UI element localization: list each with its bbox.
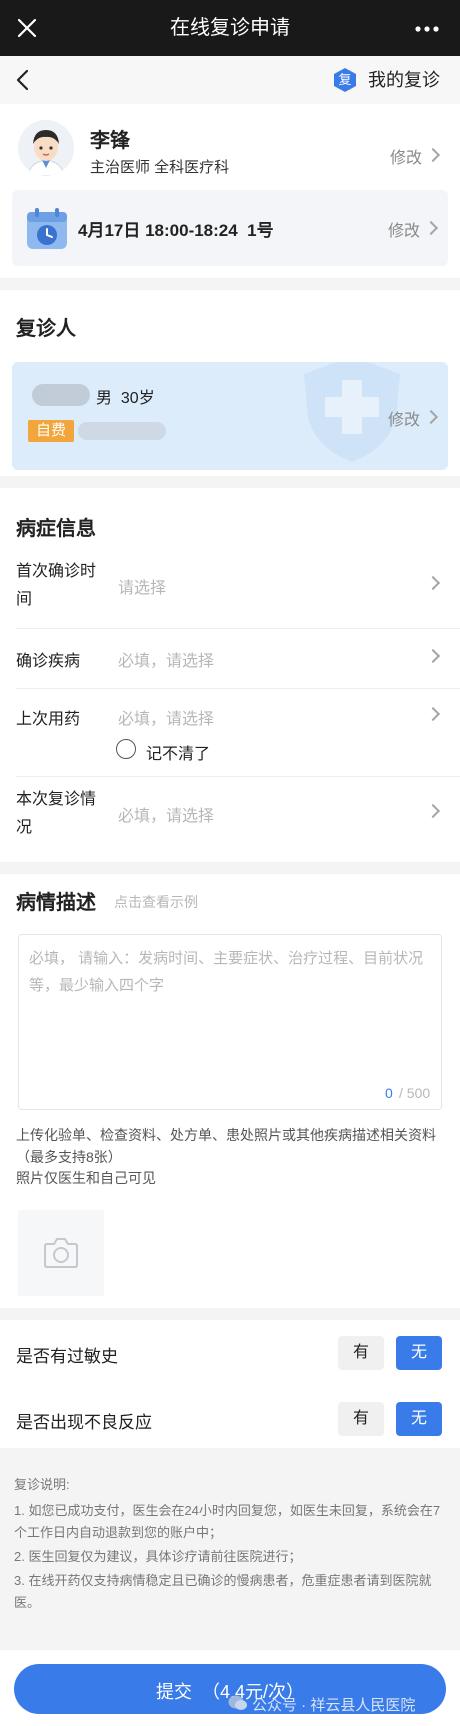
submit-label: 提交 xyxy=(156,1682,192,1702)
chevron-right-icon xyxy=(425,648,441,664)
doctor-avatar xyxy=(18,120,74,176)
window-title: 在线复诊申请 xyxy=(170,17,290,39)
note-item: 1. 如您已成功支付，医生会在24小时内回复您，如医生未回复，系统会在7个工作日… xyxy=(14,1503,441,1540)
patient-id-redacted xyxy=(78,422,166,440)
adverse-label: 是否出现不良反应 xyxy=(16,1413,152,1432)
calendar-clock-icon xyxy=(24,206,70,252)
row-placeholder: 请选择 xyxy=(118,580,167,597)
allergy-yes-button[interactable]: 有 xyxy=(338,1336,384,1370)
row-label: 本次复诊情况 xyxy=(16,791,97,836)
schedule-edit-label[interactable]: 修改 xyxy=(388,217,420,241)
symptom-row-diagnosed-disease[interactable]: 确诊疾病 必填，请选择 xyxy=(0,629,460,685)
row-label: 首次确诊时间 xyxy=(16,563,97,608)
patient-name-redacted xyxy=(32,384,90,406)
chevron-right-icon xyxy=(425,575,441,591)
note-item: 3. 在线开药仅支持病情稳定且已确诊的慢病患者，危重症患者请到医院就医。 xyxy=(14,1573,432,1610)
description-placeholder: 必填， 请输入：发病时间、主要症状、治疗过程、目前状况等，最少输入四个字 xyxy=(29,950,424,994)
allergy-label: 是否有过敏史 xyxy=(16,1347,118,1366)
bottom-bar: 提交 （4.4元/次） 公众号 · 祥云县人民医院 xyxy=(0,1650,460,1726)
more-icon[interactable] xyxy=(414,22,440,34)
patient-gender-age: 男 30岁 xyxy=(96,390,155,407)
adverse-no-button[interactable]: 无 xyxy=(396,1402,442,1436)
doctor-edit-label: 修改 xyxy=(390,150,423,167)
chevron-right-icon xyxy=(425,706,441,722)
description-textarea[interactable]: 必填， 请输入：发病时间、主要症状、治疗过程、目前状况等，最少输入四个字 0 /… xyxy=(18,934,442,1110)
symptom-row-current-condition[interactable]: 本次复诊情况 必填，请选择 xyxy=(0,786,460,850)
nav-bar: 复 我的复诊 xyxy=(0,56,460,104)
chevron-right-icon xyxy=(425,147,441,163)
revisit-badge-icon: 复 xyxy=(332,67,358,93)
row-placeholder: 必填，请选择 xyxy=(118,711,215,728)
row-label: 确诊疾病 xyxy=(16,653,81,670)
doctor-edit-button[interactable]: 修改 xyxy=(390,144,422,168)
symptom-row-last-medication[interactable]: 上次用药 必填，请选择 记不清了 xyxy=(0,689,460,769)
visibility-hint: 照片仅医生和自己可见 xyxy=(16,1170,156,1186)
wechat-icon xyxy=(228,1694,248,1712)
chevron-right-icon xyxy=(423,409,439,425)
title-bar: 在线复诊申请 xyxy=(0,0,460,56)
row-placeholder: 必填，请选择 xyxy=(118,808,215,825)
patient-section: 复诊人 男 30岁 自费 修改 xyxy=(0,290,460,476)
schedule-card[interactable]: 4月17日 18:00-18:24 1号 修改 xyxy=(12,190,448,266)
doctor-name: 李锋 xyxy=(90,130,130,152)
row-placeholder: 必填，请选择 xyxy=(118,653,215,670)
doctor-section: 李锋 主治医师 全科医疗科 修改 4月17日 18:00-18:24 1号 修改 xyxy=(0,104,460,278)
symptom-section-title: 病症信息 xyxy=(16,518,96,540)
notes-title: 复诊说明: xyxy=(14,1477,70,1492)
yes-no-section: 是否有过敏史 有 无 是否出现不良反应 有 无 xyxy=(0,1320,460,1448)
back-icon[interactable] xyxy=(12,68,36,92)
description-section-title: 病情描述 xyxy=(16,892,96,914)
symptom-row-first-diagnosis[interactable]: 首次确诊时间 请选择 xyxy=(0,558,460,622)
row-label: 上次用药 xyxy=(16,711,81,728)
camera-icon xyxy=(42,1236,80,1270)
my-revisit-link[interactable]: 复 我的复诊 xyxy=(332,66,452,94)
upload-hint: 上传化验单、检查资料、处方单、患处照片或其他疾病描述相关资料（最多支持8张） xyxy=(16,1127,436,1165)
note-item: 2. 医生回复仅为建议，具体诊疗请前往医院进行； xyxy=(14,1549,302,1564)
description-section: 病情描述 点击查看示例 必填， 请输入：发病时间、主要症状、治疗过程、目前状况等… xyxy=(0,874,460,1308)
symptom-section: 病症信息 首次确诊时间 请选择 确诊疾病 必填，请选择 上次用药 必填，请选择 … xyxy=(0,488,460,862)
char-max: / 500 xyxy=(399,1085,431,1101)
forgot-radio[interactable] xyxy=(116,739,136,759)
chevron-right-icon xyxy=(423,220,439,236)
watermark-text: 公众号 · 祥云县人民医院 xyxy=(252,1697,416,1714)
patient-card[interactable]: 男 30岁 自费 修改 xyxy=(12,362,448,470)
chevron-right-icon xyxy=(425,803,441,819)
payment-tag: 自费 xyxy=(28,420,74,442)
patient-section-title: 复诊人 xyxy=(16,318,76,340)
allergy-no-button[interactable]: 无 xyxy=(396,1336,442,1370)
notes-section: 复诊说明: 1. 如您已成功支付，医生会在24小时内回复您，如医生未回复，系统会… xyxy=(0,1460,460,1630)
adverse-yes-button[interactable]: 有 xyxy=(338,1402,384,1436)
divider xyxy=(16,776,460,777)
my-revisit-label: 我的复诊 xyxy=(368,70,440,90)
doctor-title: 主治医师 全科医疗科 xyxy=(90,159,230,176)
photo-upload-button[interactable] xyxy=(18,1210,104,1296)
char-count: 0 xyxy=(385,1085,393,1101)
example-link[interactable]: 点击查看示例 xyxy=(114,892,198,912)
forgot-label: 记不清了 xyxy=(146,746,211,763)
schedule-time: 4月17日 18:00-18:24 1号 xyxy=(78,221,274,240)
patient-edit-label[interactable]: 修改 xyxy=(388,406,420,430)
